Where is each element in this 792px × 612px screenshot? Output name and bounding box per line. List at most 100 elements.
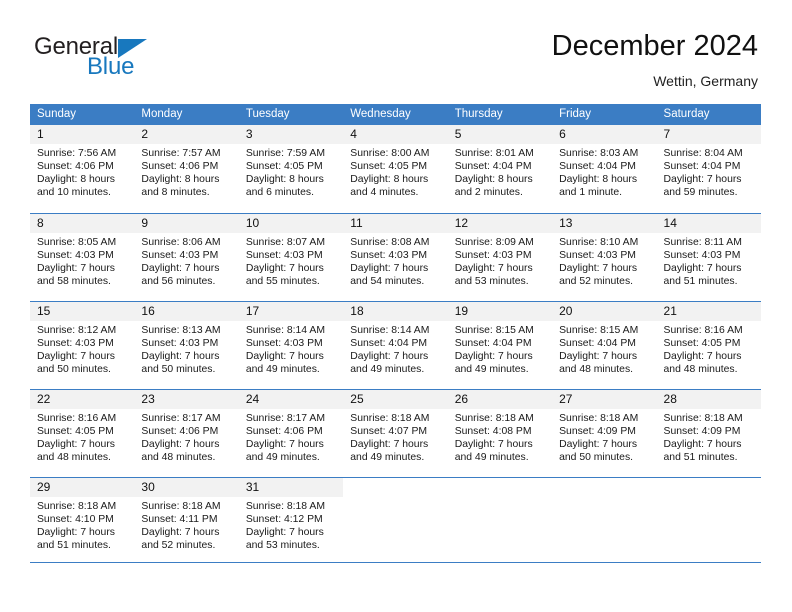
day-cell[interactable]: 15 Sunrise: 8:12 AM Sunset: 4:03 PM Dayl… bbox=[30, 302, 135, 389]
day-info: Sunrise: 8:16 AM Sunset: 4:05 PM Dayligh… bbox=[657, 321, 761, 376]
week-row: 29 Sunrise: 8:18 AM Sunset: 4:10 PM Dayl… bbox=[30, 477, 761, 563]
day-cell[interactable]: 17 Sunrise: 8:14 AM Sunset: 4:03 PM Dayl… bbox=[238, 302, 344, 389]
day-cell[interactable]: 23 Sunrise: 8:17 AM Sunset: 4:06 PM Dayl… bbox=[134, 390, 239, 477]
day-cell[interactable]: 16 Sunrise: 8:13 AM Sunset: 4:03 PM Dayl… bbox=[134, 302, 239, 389]
day-cell[interactable]: 31 Sunrise: 8:18 AM Sunset: 4:12 PM Dayl… bbox=[238, 478, 344, 562]
day-number: 26 bbox=[447, 390, 553, 409]
sunrise-text: Sunrise: 8:07 AM bbox=[245, 237, 325, 248]
day-cell[interactable]: 8 Sunrise: 8:05 AM Sunset: 4:03 PM Dayli… bbox=[30, 214, 135, 301]
general-blue-logo[interactable]: General Blue bbox=[34, 34, 214, 86]
day-number: 30 bbox=[134, 478, 239, 497]
day-cell[interactable]: 7 Sunrise: 8:04 AM Sunset: 4:04 PM Dayli… bbox=[656, 125, 761, 213]
day-cell[interactable]: 11 Sunrise: 8:08 AM Sunset: 4:03 PM Dayl… bbox=[343, 214, 448, 301]
sunrise-text: Sunrise: 8:18 AM bbox=[559, 413, 639, 424]
sunrise-text: Sunrise: 8:18 AM bbox=[663, 413, 743, 424]
daylight-text-line1: Daylight: 7 hours bbox=[454, 439, 533, 451]
day-info: Sunrise: 8:18 AM Sunset: 4:09 PM Dayligh… bbox=[657, 409, 761, 464]
weekday-header-sunday: Sunday bbox=[37, 108, 77, 120]
day-cell[interactable]: 27 Sunrise: 8:18 AM Sunset: 4:09 PM Dayl… bbox=[552, 390, 657, 477]
day-info: Sunrise: 8:14 AM Sunset: 4:03 PM Dayligh… bbox=[239, 321, 343, 376]
day-cell[interactable]: 1 Sunrise: 7:56 AM Sunset: 4:06 PM Dayli… bbox=[30, 125, 135, 213]
day-cell[interactable]: 4 Sunrise: 8:00 AM Sunset: 4:05 PM Dayli… bbox=[343, 125, 448, 213]
sunrise-text: Sunrise: 8:15 AM bbox=[454, 325, 534, 336]
sunset-text: Sunset: 4:04 PM bbox=[663, 161, 741, 173]
day-info: Sunrise: 8:00 AM Sunset: 4:05 PM Dayligh… bbox=[343, 144, 447, 199]
daylight-text-line1: Daylight: 8 hours bbox=[559, 174, 638, 186]
day-cell[interactable]: 12 Sunrise: 8:09 AM Sunset: 4:03 PM Dayl… bbox=[447, 214, 553, 301]
sunset-text: Sunset: 4:10 PM bbox=[37, 514, 114, 526]
daylight-text-line1: Daylight: 7 hours bbox=[245, 263, 324, 275]
sunset-text: Sunset: 4:03 PM bbox=[141, 338, 219, 350]
weekday-header-friday: Friday bbox=[559, 108, 592, 120]
day-number bbox=[656, 478, 761, 497]
day-cell[interactable]: 30 Sunrise: 8:18 AM Sunset: 4:11 PM Dayl… bbox=[134, 478, 239, 562]
day-number: 9 bbox=[134, 214, 239, 233]
day-cell[interactable]: 2 Sunrise: 7:57 AM Sunset: 4:06 PM Dayli… bbox=[134, 125, 239, 213]
sunrise-text: Sunrise: 8:10 AM bbox=[559, 237, 639, 248]
day-cell[interactable]: 14 Sunrise: 8:11 AM Sunset: 4:03 PM Dayl… bbox=[656, 214, 761, 301]
day-info: Sunrise: 8:12 AM Sunset: 4:03 PM Dayligh… bbox=[30, 321, 134, 376]
sunset-text: Sunset: 4:04 PM bbox=[559, 338, 636, 350]
day-info: Sunrise: 8:18 AM Sunset: 4:07 PM Dayligh… bbox=[343, 409, 447, 464]
sunrise-text: Sunrise: 8:00 AM bbox=[350, 148, 430, 159]
daylight-text-line1: Daylight: 7 hours bbox=[245, 351, 324, 363]
day-info: Sunrise: 7:57 AM Sunset: 4:06 PM Dayligh… bbox=[134, 144, 238, 199]
day-cell[interactable]: 26 Sunrise: 8:18 AM Sunset: 4:08 PM Dayl… bbox=[447, 390, 553, 477]
day-info: Sunrise: 8:15 AM Sunset: 4:04 PM Dayligh… bbox=[448, 321, 552, 376]
sunset-text: Sunset: 4:11 PM bbox=[141, 514, 218, 526]
daylight-text-line1: Daylight: 7 hours bbox=[350, 263, 429, 275]
day-cell[interactable]: 6 Sunrise: 8:03 AM Sunset: 4:04 PM Dayli… bbox=[552, 125, 657, 213]
day-cell[interactable]: 28 Sunrise: 8:18 AM Sunset: 4:09 PM Dayl… bbox=[656, 390, 761, 477]
daylight-text-line1: Daylight: 8 hours bbox=[350, 174, 429, 186]
daylight-text-line2: and 49 minutes. bbox=[454, 452, 529, 464]
daylight-text-line2: and 49 minutes. bbox=[350, 452, 425, 464]
sunrise-text: Sunrise: 8:16 AM bbox=[37, 413, 117, 424]
daylight-text-line1: Daylight: 7 hours bbox=[141, 263, 220, 275]
day-cell[interactable]: 10 Sunrise: 8:07 AM Sunset: 4:03 PM Dayl… bbox=[238, 214, 344, 301]
day-info: Sunrise: 8:01 AM Sunset: 4:04 PM Dayligh… bbox=[448, 144, 552, 199]
calendar-page: General Blue December 2024 Wettin, Germa… bbox=[0, 0, 792, 612]
day-cell[interactable]: 29 Sunrise: 8:18 AM Sunset: 4:10 PM Dayl… bbox=[30, 478, 135, 562]
day-cell-empty bbox=[447, 478, 553, 562]
sunrise-text: Sunrise: 8:01 AM bbox=[454, 148, 534, 159]
daylight-text-line2: and 55 minutes. bbox=[245, 276, 320, 288]
day-cell[interactable]: 20 Sunrise: 8:15 AM Sunset: 4:04 PM Dayl… bbox=[552, 302, 657, 389]
day-cell[interactable]: 22 Sunrise: 8:16 AM Sunset: 4:05 PM Dayl… bbox=[30, 390, 135, 477]
weekday-header-saturday: Saturday bbox=[663, 108, 710, 120]
weekday-header-wednesday: Wednesday bbox=[350, 108, 411, 120]
day-number bbox=[552, 478, 657, 497]
sunrise-text: Sunrise: 8:18 AM bbox=[245, 501, 325, 512]
sunrise-text: Sunrise: 7:57 AM bbox=[141, 148, 221, 159]
day-cell[interactable]: 9 Sunrise: 8:06 AM Sunset: 4:03 PM Dayli… bbox=[134, 214, 239, 301]
page-title: December 2024 bbox=[551, 30, 758, 62]
day-cell[interactable]: 25 Sunrise: 8:18 AM Sunset: 4:07 PM Dayl… bbox=[343, 390, 448, 477]
day-number: 5 bbox=[447, 125, 553, 144]
day-cell[interactable]: 13 Sunrise: 8:10 AM Sunset: 4:03 PM Dayl… bbox=[552, 214, 657, 301]
sunset-text: Sunset: 4:09 PM bbox=[559, 426, 636, 438]
day-cell[interactable]: 19 Sunrise: 8:15 AM Sunset: 4:04 PM Dayl… bbox=[447, 302, 553, 389]
day-info: Sunrise: 8:11 AM Sunset: 4:03 PM Dayligh… bbox=[657, 233, 761, 288]
day-cell[interactable]: 3 Sunrise: 7:59 AM Sunset: 4:05 PM Dayli… bbox=[238, 125, 344, 213]
sunset-text: Sunset: 4:03 PM bbox=[350, 250, 428, 262]
sunset-text: Sunset: 4:03 PM bbox=[454, 250, 532, 262]
day-cell[interactable]: 24 Sunrise: 8:17 AM Sunset: 4:06 PM Dayl… bbox=[238, 390, 344, 477]
day-info: Sunrise: 8:18 AM Sunset: 4:11 PM Dayligh… bbox=[134, 497, 238, 552]
daylight-text-line2: and 49 minutes. bbox=[245, 452, 320, 464]
day-cell[interactable]: 5 Sunrise: 8:01 AM Sunset: 4:04 PM Dayli… bbox=[447, 125, 553, 213]
sunset-text: Sunset: 4:04 PM bbox=[559, 161, 636, 173]
week-row: 15 Sunrise: 8:12 AM Sunset: 4:03 PM Dayl… bbox=[30, 301, 761, 389]
daylight-text-line2: and 2 minutes. bbox=[454, 187, 523, 199]
daylight-text-line2: and 1 minute. bbox=[559, 187, 623, 199]
day-info: Sunrise: 8:18 AM Sunset: 4:08 PM Dayligh… bbox=[448, 409, 552, 464]
day-cell-empty bbox=[656, 478, 761, 562]
sunset-text: Sunset: 4:05 PM bbox=[663, 338, 741, 350]
day-cell[interactable]: 18 Sunrise: 8:14 AM Sunset: 4:04 PM Dayl… bbox=[343, 302, 448, 389]
calendar-grid: Sunday Monday Tuesday Wednesday Thursday… bbox=[30, 104, 761, 563]
day-number: 3 bbox=[238, 125, 344, 144]
weekday-header-thursday: Thursday bbox=[454, 108, 503, 120]
daylight-text-line2: and 56 minutes. bbox=[141, 276, 216, 288]
day-cell[interactable]: 21 Sunrise: 8:16 AM Sunset: 4:05 PM Dayl… bbox=[656, 302, 761, 389]
sunrise-text: Sunrise: 8:17 AM bbox=[141, 413, 221, 424]
sunrise-text: Sunrise: 8:04 AM bbox=[663, 148, 743, 159]
sunrise-text: Sunrise: 8:13 AM bbox=[141, 325, 221, 336]
